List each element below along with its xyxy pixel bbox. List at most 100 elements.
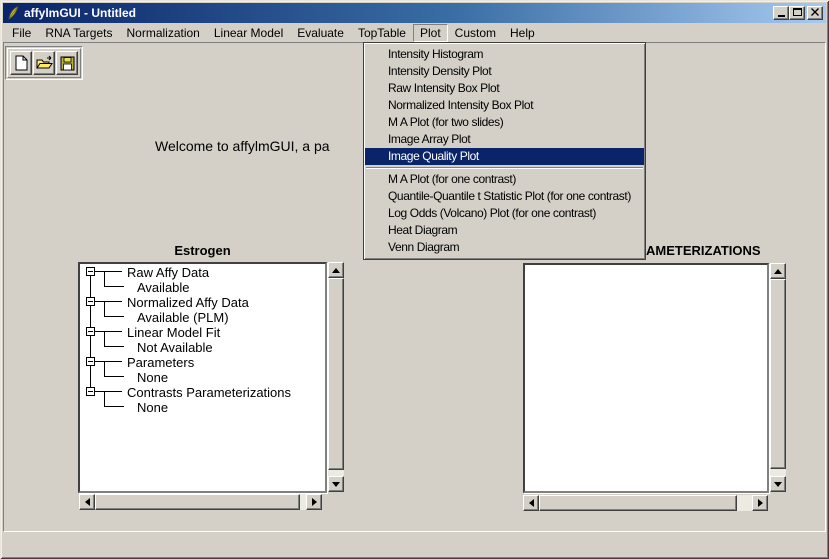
open-folder-icon	[36, 55, 53, 71]
menu-item-venn-diagram[interactable]: Venn Diagram	[365, 239, 644, 256]
right-panel-title: AMETERIZATIONS	[646, 243, 761, 258]
left-panel-title: Estrogen	[78, 243, 327, 258]
scrollbar-thumb[interactable]	[539, 495, 737, 511]
tree-line	[95, 331, 122, 332]
menu-item-ma-plot-one-contrast[interactable]: M A Plot (for one contrast)	[365, 171, 644, 188]
menu-item-log-odds-volcano-plot[interactable]: Log Odds (Volcano) Plot (for one contras…	[365, 205, 644, 222]
left-vertical-scrollbar[interactable]	[328, 262, 344, 492]
estrogen-tree-listbox[interactable]: Raw Affy Data Available Normalized Affy …	[78, 262, 327, 493]
menu-separator	[366, 167, 643, 169]
menu-linear-model[interactable]: Linear Model	[207, 24, 290, 42]
toolbar	[5, 46, 83, 80]
minimize-button[interactable]	[773, 6, 789, 20]
scroll-down-button[interactable]	[328, 476, 344, 492]
menu-normalization[interactable]: Normalization	[120, 24, 207, 42]
tree-node-label[interactable]: Normalized Affy Data	[127, 295, 249, 310]
scroll-right-button[interactable]	[306, 494, 322, 510]
menu-item-normalized-intensity-box-plot[interactable]: Normalized Intensity Box Plot	[365, 97, 644, 114]
tree-expand-toggle[interactable]	[86, 357, 95, 366]
tree-line	[104, 302, 105, 317]
menu-item-ma-plot-two-slides[interactable]: M A Plot (for two slides)	[365, 114, 644, 131]
scrollbar-thumb[interactable]	[95, 494, 300, 510]
toolbar-group	[7, 48, 81, 78]
tree-node-status[interactable]: Not Available	[137, 340, 213, 355]
window-controls	[773, 6, 823, 20]
scroll-left-button[interactable]	[523, 495, 539, 511]
contrasts-list	[525, 265, 767, 491]
menu-item-heat-diagram[interactable]: Heat Diagram	[365, 222, 644, 239]
left-arrow-icon	[85, 498, 90, 506]
close-button[interactable]	[807, 6, 823, 20]
tree-expand-toggle[interactable]	[86, 387, 95, 396]
menu-file[interactable]: File	[5, 24, 38, 42]
up-arrow-icon	[774, 269, 782, 274]
tree-line	[104, 392, 105, 407]
menu-item-qq-t-statistic-plot[interactable]: Quantile-Quantile t Statistic Plot (for …	[365, 188, 644, 205]
titlebar[interactable]: affylmGUI - Untitled	[3, 3, 826, 23]
scrollbar-thumb[interactable]	[328, 278, 344, 470]
maximize-button[interactable]	[789, 6, 805, 20]
tree-node-status[interactable]: Available	[137, 280, 190, 295]
right-horizontal-scrollbar[interactable]	[523, 495, 768, 511]
welcome-text: Welcome to affylmGUI, a pa	[155, 138, 330, 154]
tree-node-label[interactable]: Parameters	[127, 355, 194, 370]
tree-expand-toggle[interactable]	[86, 297, 95, 306]
minimize-icon	[778, 15, 785, 17]
menu-custom[interactable]: Custom	[448, 24, 503, 42]
up-arrow-icon	[332, 268, 340, 273]
scroll-down-button[interactable]	[770, 476, 786, 492]
down-arrow-icon	[332, 482, 340, 487]
tree-node-status[interactable]: None	[137, 400, 168, 415]
tree-expand-toggle[interactable]	[86, 267, 95, 276]
menu-item-image-quality-plot[interactable]: Image Quality Plot	[365, 148, 644, 165]
menu-toptable[interactable]: TopTable	[351, 24, 413, 42]
save-file-button[interactable]	[56, 51, 78, 75]
tree-node-status[interactable]: Available (PLM)	[137, 310, 229, 325]
menu-rna-targets[interactable]: RNA Targets	[38, 24, 119, 42]
right-arrow-icon	[758, 499, 763, 507]
menu-item-intensity-density-plot[interactable]: Intensity Density Plot	[365, 63, 644, 80]
tree-node-label[interactable]: Linear Model Fit	[127, 325, 220, 340]
scroll-right-button[interactable]	[752, 495, 768, 511]
scroll-up-button[interactable]	[328, 262, 344, 278]
menubar: File RNA Targets Normalization Linear Mo…	[3, 23, 826, 42]
scroll-up-button[interactable]	[770, 263, 786, 279]
new-document-icon	[14, 55, 28, 71]
tree-line	[90, 366, 91, 387]
menu-plot[interactable]: Plot	[413, 24, 448, 42]
left-arrow-icon	[529, 499, 534, 507]
menu-help[interactable]: Help	[503, 24, 542, 42]
right-vertical-scrollbar[interactable]	[770, 263, 786, 492]
tree-line	[95, 301, 122, 302]
maximize-icon	[793, 8, 802, 16]
feather-app-icon	[5, 5, 21, 21]
menu-item-image-array-plot[interactable]: Image Array Plot	[365, 131, 644, 148]
menu-evaluate[interactable]: Evaluate	[290, 24, 351, 42]
tree-line	[104, 346, 124, 347]
scroll-left-button[interactable]	[79, 494, 95, 510]
open-file-button[interactable]	[33, 51, 55, 75]
down-arrow-icon	[774, 482, 782, 487]
scrollbar-thumb[interactable]	[770, 279, 786, 469]
tree-expand-toggle[interactable]	[86, 327, 95, 336]
tree-line	[95, 361, 122, 362]
tree-line	[90, 306, 91, 327]
tree-line	[104, 332, 105, 347]
save-floppy-icon	[60, 56, 75, 71]
app-window: affylmGUI - Untitled File RNA Targets No…	[0, 0, 829, 559]
estrogen-tree: Raw Affy Data Available Normalized Affy …	[80, 264, 325, 491]
tree-line	[104, 316, 124, 317]
new-file-button[interactable]	[10, 51, 32, 75]
minus-icon	[88, 391, 93, 392]
contrasts-listbox[interactable]	[523, 263, 769, 493]
tree-line	[95, 271, 122, 272]
tree-node-label[interactable]: Contrasts Parameterizations	[127, 385, 291, 400]
minus-icon	[88, 331, 93, 332]
menu-item-raw-intensity-box-plot[interactable]: Raw Intensity Box Plot	[365, 80, 644, 97]
menu-item-intensity-histogram[interactable]: Intensity Histogram	[365, 46, 644, 63]
right-arrow-icon	[312, 498, 317, 506]
tree-line	[104, 376, 124, 377]
tree-node-status[interactable]: None	[137, 370, 168, 385]
left-horizontal-scrollbar[interactable]	[79, 494, 322, 510]
tree-node-label[interactable]: Raw Affy Data	[127, 265, 209, 280]
